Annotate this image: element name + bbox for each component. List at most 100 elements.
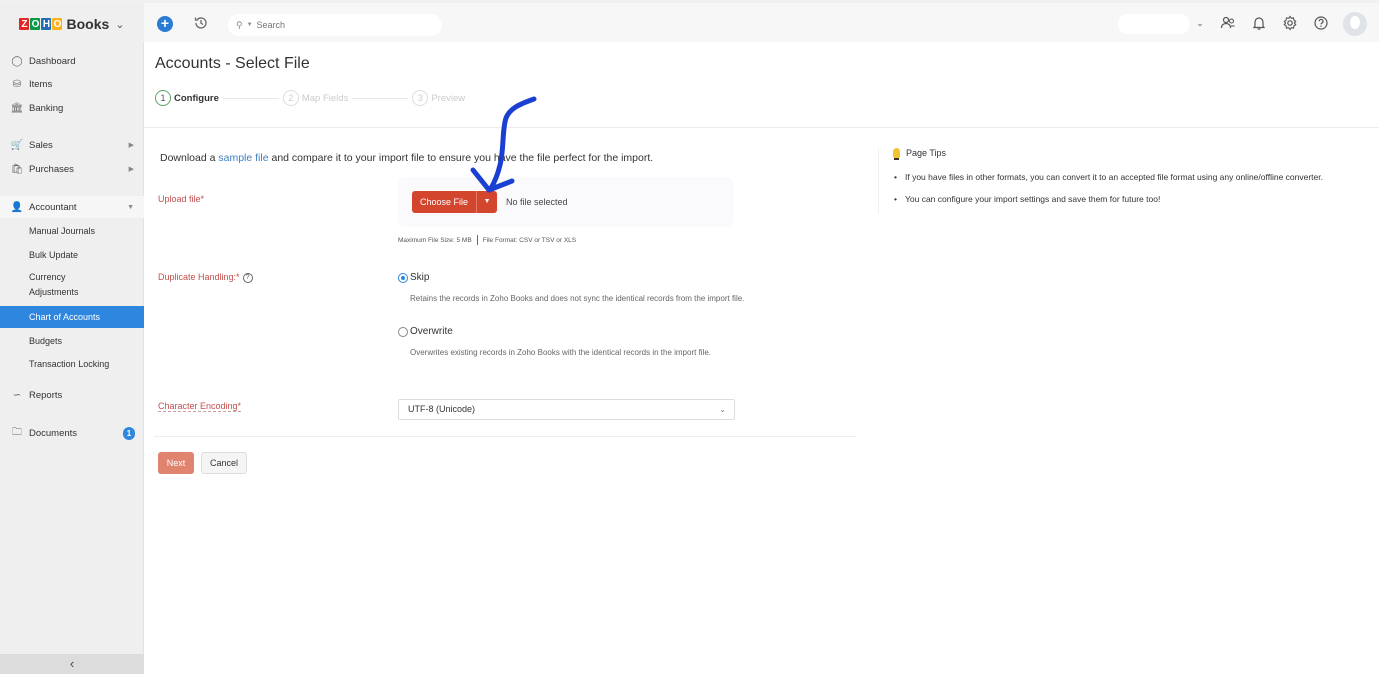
sidebar-item-label: Accountant <box>29 201 77 213</box>
upload-file-label: Upload file* <box>158 194 205 204</box>
logo-letter: H <box>41 18 52 30</box>
radio-label: Overwrite <box>410 326 453 337</box>
sample-file-link[interactable]: sample file <box>218 152 268 164</box>
user-avatar[interactable] <box>1343 12 1367 36</box>
top-bar: Z O H O Books ⌄ + ⚲ ▼ ⌄ <box>0 0 1379 45</box>
sidebar-item-budgets[interactable]: Budgets <box>0 330 144 352</box>
intro-text-part: Download a <box>160 152 219 164</box>
help-icon[interactable] <box>1313 15 1329 31</box>
bag-icon: 🛍 <box>10 163 24 175</box>
upload-source-dropdown[interactable]: ▼ <box>477 191 497 213</box>
page-tips: Page Tips If you have files in other for… <box>878 148 1368 214</box>
character-encoding-select[interactable]: UTF-8 (Unicode) ⌄ <box>398 399 735 420</box>
collapse-sidebar-button[interactable]: ‹ <box>0 654 144 674</box>
cart-icon: 🛒 <box>10 139 24 151</box>
divider <box>476 235 478 245</box>
sidebar-item-manual-journals[interactable]: Manual Journals <box>0 220 144 242</box>
radio-button[interactable] <box>398 326 408 337</box>
radio-skip[interactable]: Skip <box>398 272 429 283</box>
sidebar-item-sales[interactable]: 🛒 Sales ▶ <box>0 134 144 156</box>
sidebar-item-label: Dashboard <box>29 55 76 67</box>
step-number: 3 <box>412 90 429 106</box>
selected-file-status: No file selected <box>506 197 568 207</box>
tip-item: If you have files in other formats, you … <box>893 170 1368 184</box>
search-input[interactable] <box>256 20 407 30</box>
sidebar-item-reports[interactable]: ∽ Reports <box>0 384 144 406</box>
gear-icon[interactable] <box>1282 15 1298 31</box>
chevron-down-icon: ⌄ <box>719 405 726 414</box>
import-steps: 1 Configure 2 Map Fields 3 Preview <box>155 90 465 106</box>
logo-letter: O <box>30 18 41 30</box>
lightbulb-icon <box>893 148 900 160</box>
sidebar-item-label: Manual Journals <box>29 226 96 236</box>
tip-item: You can configure your import settings a… <box>893 192 1368 206</box>
sidebar-item-label: Currency <box>29 272 66 282</box>
sidebar-item-label: Banking <box>29 102 64 114</box>
search-scope-dropdown[interactable]: ▼ <box>247 22 253 28</box>
selected-encoding: UTF-8 (Unicode) <box>408 404 476 414</box>
step-number: 2 <box>282 90 299 106</box>
sidebar-item-transaction-locking[interactable]: Transaction Locking <box>0 353 144 375</box>
sidebar-item-accountant[interactable]: 👤 Accountant ▼ <box>0 196 144 218</box>
character-encoding-label: Character Encoding* <box>158 401 242 412</box>
sidebar-item-chart-of-accounts[interactable]: Chart of Accounts <box>0 306 144 328</box>
sidebar-item-label: Budgets <box>29 336 63 346</box>
collapse-arrow-icon: ▼ <box>127 203 134 211</box>
sidebar-item-label: Sales <box>29 139 53 151</box>
help-icon[interactable]: ? <box>242 272 253 283</box>
documents-count-badge: 1 <box>123 426 135 440</box>
sidebar-item-label: Documents <box>29 427 78 439</box>
search-box[interactable]: ⚲ ▼ <box>228 14 442 36</box>
file-constraints: Maximum File Size: 5 MB File Format: CSV… <box>398 235 576 245</box>
page-tips-header: Page Tips <box>893 148 1368 160</box>
step-connector <box>352 97 409 99</box>
upload-area: Choose File ▼ No file selected <box>398 177 734 227</box>
accountant-icon: 👤 <box>10 201 24 213</box>
brand-switcher[interactable]: Z O H O Books ⌄ <box>0 3 144 45</box>
folder-icon: 🗀 <box>12 426 22 438</box>
step-configure: 1 Configure <box>155 90 219 106</box>
chevron-down-icon: ⌄ <box>115 18 125 31</box>
tips-list: If you have files in other formats, you … <box>893 170 1368 206</box>
sidebar-item-dashboard[interactable]: ◯ Dashboard <box>0 50 144 72</box>
max-file-size: Maximum File Size: 5 MB <box>398 236 472 244</box>
character-encoding-text: Character Encoding* <box>158 401 242 412</box>
organization-name-redacted[interactable] <box>1118 14 1190 34</box>
choose-file-button-group: Choose File ▼ <box>412 191 498 213</box>
overwrite-description: Overwrites existing records in Zoho Book… <box>410 348 712 357</box>
sidebar-item-banking[interactable]: 🏛 Banking <box>0 97 144 119</box>
org-chevron-down-icon[interactable]: ⌄ <box>1192 15 1208 31</box>
sidebar-item-items[interactable]: ⛁ Items <box>0 73 144 95</box>
radio-button[interactable] <box>398 272 408 283</box>
duplicate-handling-text: Duplicate Handling:* <box>158 272 240 282</box>
step-map-fields: 2 Map Fields <box>282 90 349 106</box>
bank-icon: 🏛 <box>10 102 24 114</box>
zoho-logo: Z O H O <box>19 18 63 30</box>
sidebar-item-purchases[interactable]: 🛍 Purchases ▶ <box>0 158 144 180</box>
choose-file-button[interactable]: Choose File <box>412 191 478 213</box>
next-button[interactable]: Next <box>158 452 194 474</box>
intro-text: Download a sample file and compare it to… <box>160 152 653 164</box>
users-icon[interactable] <box>1220 15 1236 31</box>
logo-letter: Z <box>19 18 30 30</box>
step-preview: 3 Preview <box>412 90 465 106</box>
page-tips-title: Page Tips <box>906 148 947 158</box>
bell-icon[interactable] <box>1251 15 1267 31</box>
sidebar-item-label: Bulk Update <box>29 250 79 260</box>
cancel-button[interactable]: Cancel <box>201 452 247 474</box>
step-connector <box>222 97 279 99</box>
sidebar-item-currency-adjustments[interactable]: Currency Adjustments <box>0 269 144 301</box>
search-icon: ⚲ <box>236 19 243 30</box>
radio-overwrite[interactable]: Overwrite <box>398 326 453 337</box>
sidebar-item-documents[interactable]: 🗀 Documents 1 <box>0 422 144 444</box>
sidebar-item-label: Adjustments <box>29 287 79 297</box>
sidebar-item-label: Transaction Locking <box>29 359 110 369</box>
sidebar-item-bulk-update[interactable]: Bulk Update <box>0 244 144 266</box>
intro-text-part: and compare it to your import file to en… <box>268 152 654 164</box>
quick-create-button[interactable]: + <box>157 16 173 32</box>
history-icon[interactable] <box>193 15 209 31</box>
basket-icon: ⛁ <box>12 78 22 90</box>
reports-icon: ∽ <box>12 389 22 401</box>
step-label: Map Fields <box>301 92 349 104</box>
dashboard-icon: ◯ <box>11 55 23 67</box>
